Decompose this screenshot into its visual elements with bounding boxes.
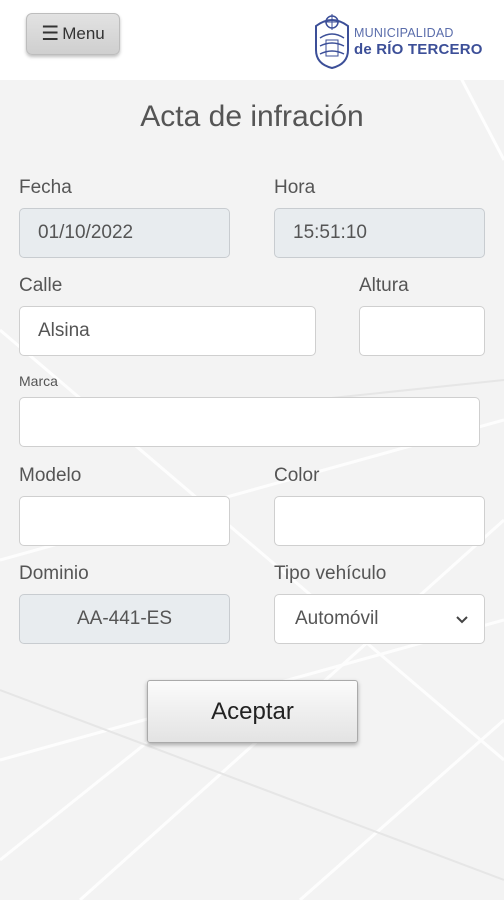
color-label: Color <box>274 465 320 486</box>
municipality-logo: MUNICIPALIDAD de RÍO TERCERO <box>312 10 492 72</box>
tipo-vehiculo-value: Automóvil <box>295 608 379 629</box>
tipo-vehiculo-select[interactable]: Automóvil <box>274 594 485 644</box>
fecha-field[interactable] <box>19 208 230 258</box>
calle-field[interactable] <box>19 306 316 356</box>
tipo-vehiculo-label: Tipo vehículo <box>274 563 387 584</box>
marca-label: Marca <box>19 373 58 389</box>
accept-button[interactable]: Aceptar <box>147 680 358 743</box>
menu-label: Menu <box>62 24 105 43</box>
color-field[interactable] <box>274 496 485 546</box>
hora-field[interactable] <box>274 208 485 258</box>
dominio-field[interactable] <box>19 594 230 644</box>
fecha-label: Fecha <box>19 177 72 198</box>
hamburger-icon: ☰ <box>41 23 60 45</box>
background-pattern <box>0 0 504 900</box>
hora-label: Hora <box>274 177 316 198</box>
top-bar: ☰ Menu MUNICIPALIDAD de RÍO TERCERO <box>0 0 504 80</box>
altura-label: Altura <box>359 275 409 296</box>
calle-label: Calle <box>19 275 63 296</box>
altura-field[interactable] <box>359 306 485 356</box>
modelo-label: Modelo <box>19 465 82 486</box>
dominio-label: Dominio <box>19 563 89 584</box>
marca-field[interactable] <box>19 397 480 447</box>
menu-button[interactable]: ☰ Menu <box>26 13 120 55</box>
shield-icon <box>315 14 349 70</box>
logo-text-rio-tercero: de RÍO TERCERO <box>354 41 483 58</box>
chevron-down-icon <box>456 616 468 624</box>
page-title: Acta de infración <box>140 100 364 133</box>
logo-text-municipalidad: MUNICIPALIDAD <box>354 26 454 40</box>
modelo-field[interactable] <box>19 496 230 546</box>
